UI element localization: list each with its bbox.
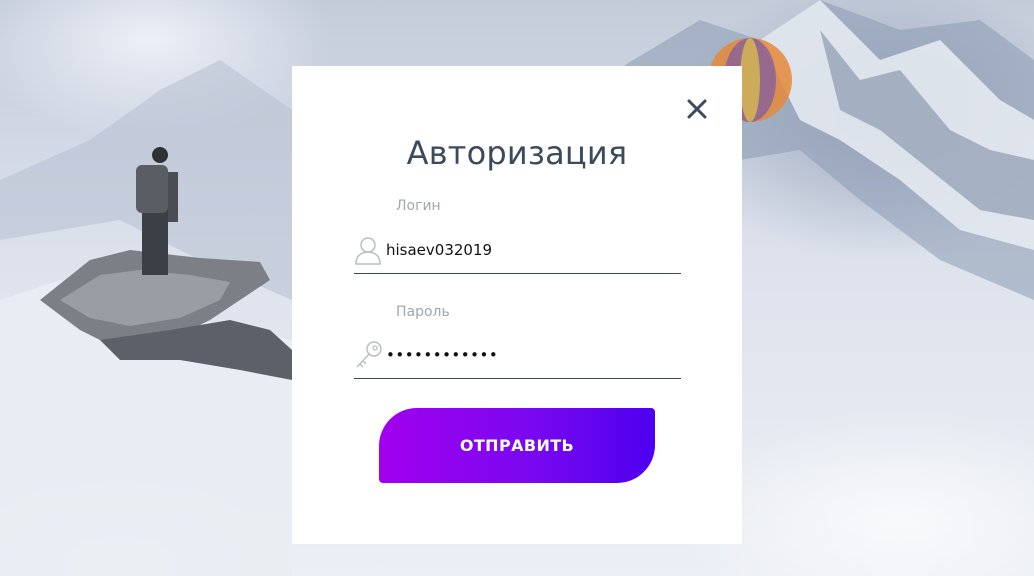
password-input[interactable]: [386, 340, 676, 370]
password-label: Пароль: [396, 304, 450, 320]
modal-title: Авторизация: [406, 134, 628, 172]
submit-button[interactable]: ОТПРАВИТЬ: [379, 408, 655, 483]
auth-modal: Авторизация Логин Пароль ОТПРАВИТЬ: [292, 66, 742, 544]
login-input[interactable]: [386, 235, 676, 265]
login-field: [354, 233, 681, 274]
close-icon[interactable]: [686, 98, 708, 120]
key-icon: [356, 341, 382, 368]
user-icon: [355, 237, 381, 265]
login-label: Логин: [396, 198, 441, 214]
password-field: [354, 338, 681, 379]
